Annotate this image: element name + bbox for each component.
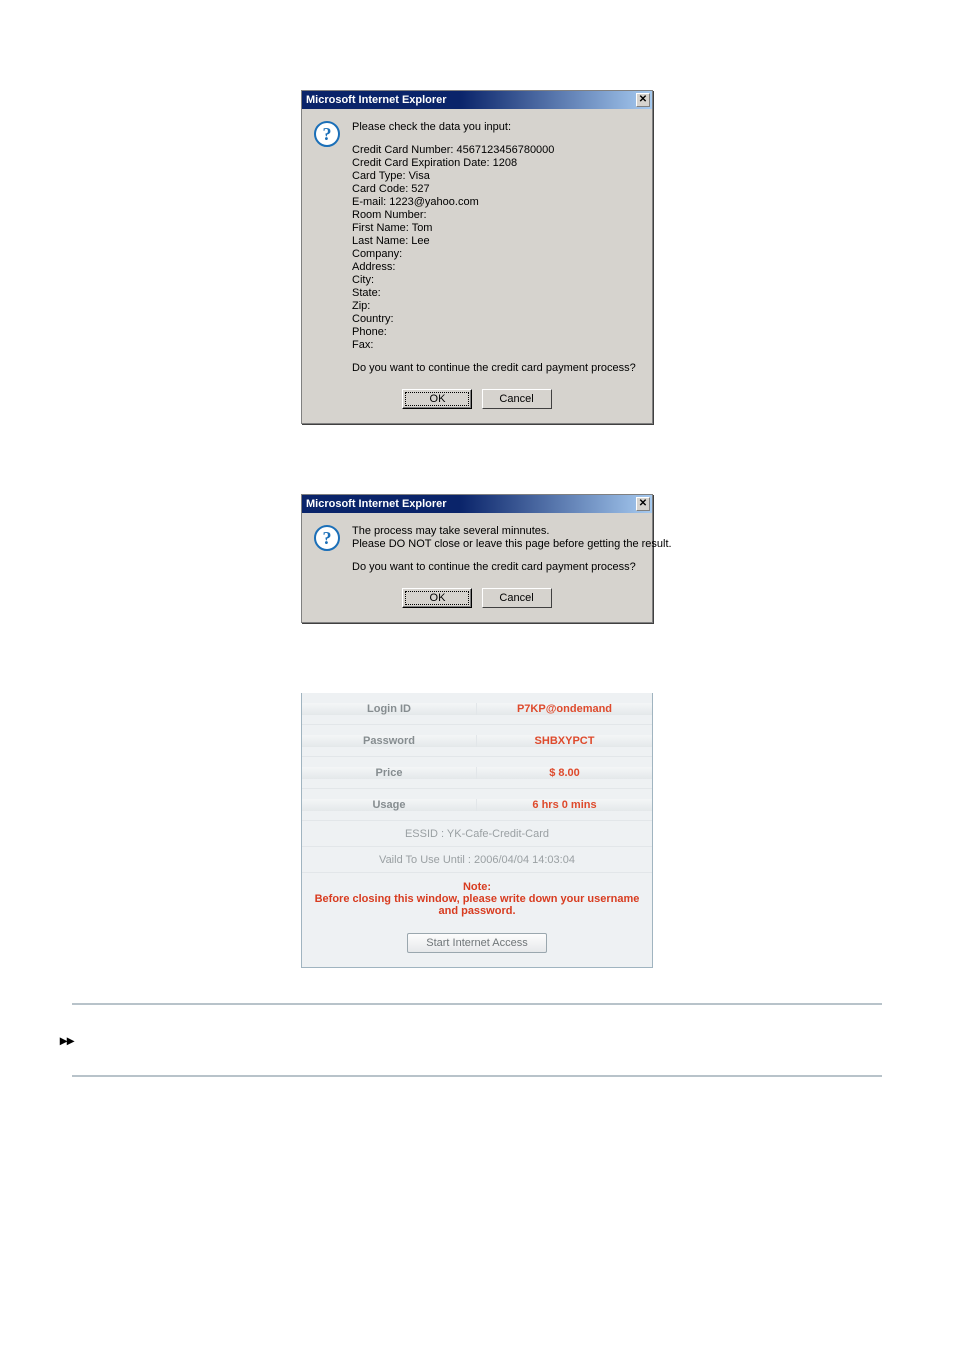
ok-button[interactable]: OK	[402, 389, 472, 409]
price-label: Price	[302, 767, 477, 779]
valid-until-line: Vaild To Use Until : 2006/04/04 14:03:04	[302, 847, 652, 873]
usage-label: Usage	[302, 799, 477, 811]
field-line: Fax:	[352, 339, 640, 352]
field-line: Credit Card Number: 4567123456780000	[352, 144, 640, 157]
field-line: Card Code: 527	[352, 183, 640, 196]
row-login-id: Login ID P7KP@ondemand	[302, 693, 652, 725]
note-label: Note:	[310, 881, 644, 893]
field-line: Credit Card Expiration Date: 1208	[352, 157, 640, 170]
process-warning-dialog: Microsoft Internet Explorer ✕ ? The proc…	[301, 494, 653, 623]
close-icon[interactable]: ✕	[636, 497, 650, 511]
field-line: First Name: Tom	[352, 222, 640, 235]
account-info-panel: Login ID P7KP@ondemand Password SHBXYPCT…	[301, 693, 653, 968]
intro-text: Please check the data you input:	[352, 121, 640, 134]
field-line: Company:	[352, 248, 640, 261]
field-line: Room Number:	[352, 209, 640, 222]
field-line: State:	[352, 287, 640, 300]
row-price: Price $ 8.00	[302, 757, 652, 789]
close-icon[interactable]: ✕	[636, 93, 650, 107]
warn-line-1: The process may take several minnutes.	[352, 525, 672, 538]
field-line: Last Name: Lee	[352, 235, 640, 248]
row-password: Password SHBXYPCT	[302, 725, 652, 757]
dialog-title: Microsoft Internet Explorer	[306, 94, 447, 106]
divider	[72, 1075, 882, 1077]
warn-line-2: Please DO NOT close or leave this page b…	[352, 538, 672, 551]
login-id-label: Login ID	[302, 703, 477, 715]
prompt-text: Do you want to continue the credit card …	[352, 561, 672, 574]
dialog-title: Microsoft Internet Explorer	[306, 498, 447, 510]
ok-button[interactable]: OK	[402, 588, 472, 608]
chevron-icon: ▸▸	[60, 1033, 954, 1047]
field-line: Zip:	[352, 300, 640, 313]
cancel-button[interactable]: Cancel	[482, 588, 552, 608]
field-line: Card Type: Visa	[352, 170, 640, 183]
field-line: E-mail: 1223@yahoo.com	[352, 196, 640, 209]
question-icon: ?	[314, 525, 340, 551]
question-icon: ?	[314, 121, 340, 147]
usage-value: 6 hrs 0 mins	[477, 799, 652, 811]
prompt-text: Do you want to continue the credit card …	[352, 362, 640, 375]
start-internet-access-button[interactable]: Start Internet Access	[407, 933, 547, 953]
cancel-button[interactable]: Cancel	[482, 389, 552, 409]
field-line: Phone:	[352, 326, 640, 339]
password-label: Password	[302, 735, 477, 747]
password-value: SHBXYPCT	[477, 735, 652, 747]
login-id-value: P7KP@ondemand	[477, 703, 652, 715]
field-line: Country:	[352, 313, 640, 326]
confirm-data-dialog: Microsoft Internet Explorer ✕ ? Please c…	[301, 90, 653, 424]
field-line: Address:	[352, 261, 640, 274]
note-text: Before closing this window, please write…	[310, 893, 644, 917]
essid-line: ESSID : YK-Cafe-Credit-Card	[302, 821, 652, 847]
price-value: $ 8.00	[477, 767, 652, 779]
note-block: Note: Before closing this window, please…	[302, 873, 652, 923]
field-line: City:	[352, 274, 640, 287]
row-usage: Usage 6 hrs 0 mins	[302, 789, 652, 821]
titlebar: Microsoft Internet Explorer ✕	[302, 91, 652, 109]
titlebar: Microsoft Internet Explorer ✕	[302, 495, 652, 513]
